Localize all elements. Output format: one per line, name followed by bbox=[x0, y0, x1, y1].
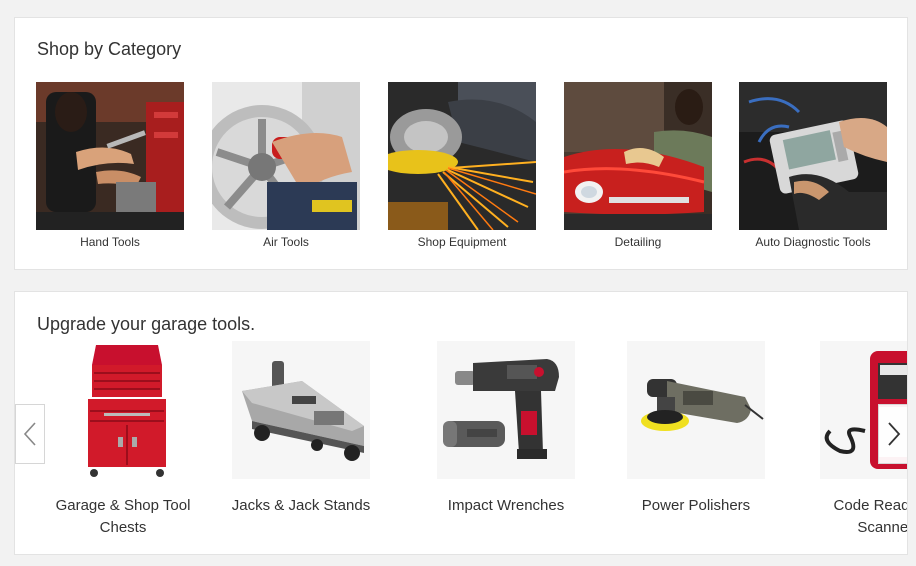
category-tile-shop-equipment[interactable]: Shop Equipment bbox=[388, 82, 536, 249]
product-tile-jacks[interactable]: Jacks & Jack Stands bbox=[227, 341, 375, 517]
upgrade-garage-tools-card: Upgrade your garage tools. Garage & Shop… bbox=[14, 291, 908, 555]
category-tile-detailing[interactable]: Detailing bbox=[564, 82, 712, 249]
category-label[interactable]: Hand Tools bbox=[36, 235, 184, 249]
product-tile-power-polishers[interactable]: Power Polishers bbox=[622, 341, 770, 517]
category-tile-auto-diagnostic-tools[interactable]: Auto Diagnostic Tools bbox=[739, 82, 887, 249]
chevron-right-icon bbox=[887, 422, 900, 446]
floor-jack-image bbox=[232, 341, 370, 479]
shop-by-category-card: Shop by Category Hand Tools Air Tools Sh… bbox=[14, 17, 908, 270]
product-label[interactable]: Jacks & Jack Stands bbox=[227, 495, 375, 517]
detailing-image bbox=[564, 82, 712, 230]
product-label[interactable]: Power Polishers bbox=[622, 495, 770, 517]
product-tile-impact-wrenches[interactable]: Impact Wrenches bbox=[432, 341, 580, 517]
product-label[interactable]: Impact Wrenches bbox=[432, 495, 580, 517]
category-label[interactable]: Shop Equipment bbox=[388, 235, 536, 249]
carousel-next-button[interactable] bbox=[878, 404, 907, 464]
impact-wrench-image bbox=[437, 341, 575, 479]
category-tile-air-tools[interactable]: Air Tools bbox=[212, 82, 360, 249]
power-polisher-image bbox=[627, 341, 765, 479]
product-tile-tool-chests[interactable]: Garage & Shop Tool Chests bbox=[49, 341, 197, 539]
upgrade-title: Upgrade your garage tools. bbox=[37, 314, 256, 334]
chevron-left-icon bbox=[23, 422, 36, 446]
shop-by-category-title: Shop by Category bbox=[37, 39, 182, 59]
shop-equipment-image bbox=[388, 82, 536, 230]
tool-chest-image bbox=[54, 341, 192, 479]
hand-tools-image bbox=[36, 82, 184, 230]
category-label[interactable]: Auto Diagnostic Tools bbox=[739, 235, 887, 249]
category-tile-hand-tools[interactable]: Hand Tools bbox=[36, 82, 184, 249]
auto-diagnostic-tools-image bbox=[739, 82, 887, 230]
product-label[interactable]: Garage & Shop Tool Chests bbox=[49, 495, 197, 539]
category-label[interactable]: Detailing bbox=[564, 235, 712, 249]
product-label[interactable]: Code Readers & Scanners bbox=[815, 495, 907, 539]
air-tools-image bbox=[212, 82, 360, 230]
category-label[interactable]: Air Tools bbox=[212, 235, 360, 249]
carousel-prev-button[interactable] bbox=[15, 404, 45, 464]
